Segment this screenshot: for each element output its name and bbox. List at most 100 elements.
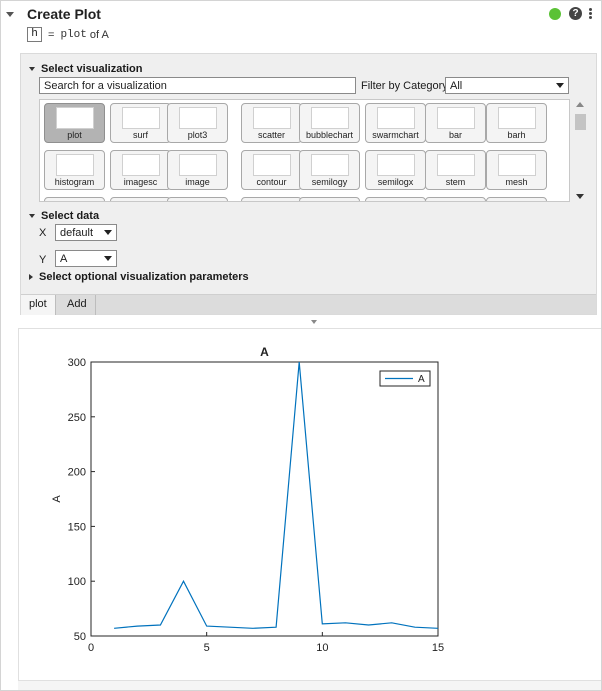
tile-scatter[interactable]: scatter: [241, 103, 302, 143]
visualization-search-input[interactable]: [39, 77, 356, 94]
scroll-down-icon[interactable]: [576, 194, 584, 199]
plot-thumbnail-icon: [56, 107, 94, 129]
tile-image[interactable]: image: [167, 150, 228, 190]
y-tick-label: 50: [74, 631, 86, 643]
tile-mesh[interactable]: mesh: [486, 150, 547, 190]
tile-label: surf: [132, 130, 148, 140]
plot-figure: 0 5 10 15 50 100 150 200 250 300 A A A: [40, 340, 460, 658]
x-data-value: default: [60, 226, 94, 239]
y-tick-label: 250: [68, 412, 86, 424]
y-tick-label: 300: [68, 357, 86, 369]
tile-semilogx[interactable]: semilogx: [365, 150, 426, 190]
tile-label: swarmchart: [372, 130, 419, 140]
x-tick-label: 10: [316, 642, 328, 654]
task-tabs: plot Add: [21, 294, 596, 315]
scroll-up-icon[interactable]: [576, 102, 584, 107]
tile-semilogy[interactable]: semilogy: [299, 150, 360, 190]
category-dropdown[interactable]: All: [445, 77, 569, 94]
tile-partial[interactable]: [241, 197, 302, 201]
tab-plot[interactable]: plot: [21, 295, 56, 315]
tile-partial[interactable]: [486, 197, 547, 201]
imagesc-thumbnail-icon: [122, 154, 160, 176]
scroll-thumb[interactable]: [575, 114, 586, 130]
x-tick-label: 15: [432, 642, 444, 654]
surf-thumbnail-icon: [122, 107, 160, 129]
optional-parameters-header[interactable]: Select optional visualization parameters: [29, 271, 249, 283]
generated-code-line: h = plot of A: [27, 27, 109, 42]
tile-label: barh: [507, 130, 526, 140]
y-data-dropdown[interactable]: A: [55, 250, 117, 267]
plot3-thumbnail-icon: [179, 107, 217, 129]
tile-histogram[interactable]: histogram: [44, 150, 105, 190]
tile-surf[interactable]: surf: [110, 103, 171, 143]
y-tick-label: 150: [68, 521, 86, 533]
tile-partial[interactable]: [365, 197, 426, 201]
y-data-value: A: [60, 252, 68, 265]
select-data-label: Select data: [41, 210, 100, 222]
output-variable-field[interactable]: h: [27, 27, 42, 42]
help-icon[interactable]: ?: [569, 7, 582, 20]
tile-stem[interactable]: stem: [425, 150, 486, 190]
tile-label: image: [185, 177, 210, 187]
tile-partial[interactable]: [44, 197, 105, 201]
bar-thumbnail-icon: [437, 107, 475, 129]
tile-partial[interactable]: [425, 197, 486, 201]
histogram-thumbnail-icon: [56, 154, 94, 176]
tile-label: plot: [67, 130, 82, 140]
tile-label: semilogx: [377, 177, 414, 187]
chevron-down-icon: [104, 230, 112, 235]
tile-plot3[interactable]: plot3: [167, 103, 228, 143]
collapse-arrow-icon[interactable]: [6, 12, 14, 17]
tile-label: scatter: [257, 130, 285, 140]
code-equals: =: [48, 28, 55, 41]
output-left-border: [18, 328, 19, 690]
image-thumbnail-icon: [179, 154, 217, 176]
tile-label: histogram: [54, 177, 95, 187]
x-tick-label: 5: [204, 642, 210, 654]
code-of: of A: [89, 28, 109, 41]
bubblechart-thumbnail-icon: [311, 107, 349, 129]
expand-arrow-icon: [29, 67, 35, 71]
visualization-gallery: plot surf plot3 scatter bubblechart swarmchar…: [39, 99, 570, 202]
chevron-down-icon: [104, 256, 112, 261]
scatter-thumbnail-icon: [253, 107, 291, 129]
x-tick-label: 0: [88, 642, 94, 654]
tile-imagesc[interactable]: imagesc: [110, 150, 171, 190]
tab-add[interactable]: Add: [59, 295, 96, 315]
y-tick-label: 100: [68, 576, 86, 588]
tile-plot[interactable]: plot: [44, 103, 105, 143]
tile-swarmchart[interactable]: swarmchart: [365, 103, 426, 143]
code-function: plot: [60, 28, 87, 41]
more-options-icon[interactable]: [589, 8, 593, 20]
tile-contour[interactable]: contour: [241, 150, 302, 190]
select-visualization-header[interactable]: Select visualization: [29, 63, 142, 75]
tile-label: bubblechart: [305, 130, 354, 140]
select-visualization-label: Select visualization: [41, 63, 143, 75]
tile-label: contour: [256, 177, 287, 187]
semilogy-thumbnail-icon: [311, 154, 349, 176]
splitter-handle-icon[interactable]: [311, 320, 317, 324]
task-title: Create Plot: [27, 6, 101, 22]
chart-legend[interactable]: A: [379, 370, 431, 387]
collapsed-arrow-icon: [29, 274, 33, 280]
tile-label: mesh: [505, 177, 528, 187]
tile-bubblechart[interactable]: bubblechart: [299, 103, 360, 143]
tile-label: stem: [445, 177, 466, 187]
chevron-down-icon: [556, 83, 564, 88]
gallery-scrollbar[interactable]: [573, 99, 587, 202]
x-field-label: X: [39, 227, 47, 239]
tile-partial[interactable]: [299, 197, 360, 201]
select-data-header[interactable]: Select data: [29, 210, 99, 222]
x-data-dropdown[interactable]: default: [55, 224, 117, 241]
tile-partial[interactable]: [167, 197, 228, 201]
optional-parameters-label: Select optional visualization parameters: [39, 271, 249, 283]
tile-partial[interactable]: [110, 197, 171, 201]
y-tick-label: 200: [68, 467, 86, 479]
output-bottom-bar: [18, 680, 601, 690]
legend-entry-A: A: [418, 374, 425, 385]
tile-barh[interactable]: barh: [486, 103, 547, 143]
semilogx-thumbnail-icon: [377, 154, 415, 176]
tile-label: semilogy: [311, 177, 348, 187]
tile-bar[interactable]: bar: [425, 103, 486, 143]
tile-label: bar: [448, 130, 462, 140]
